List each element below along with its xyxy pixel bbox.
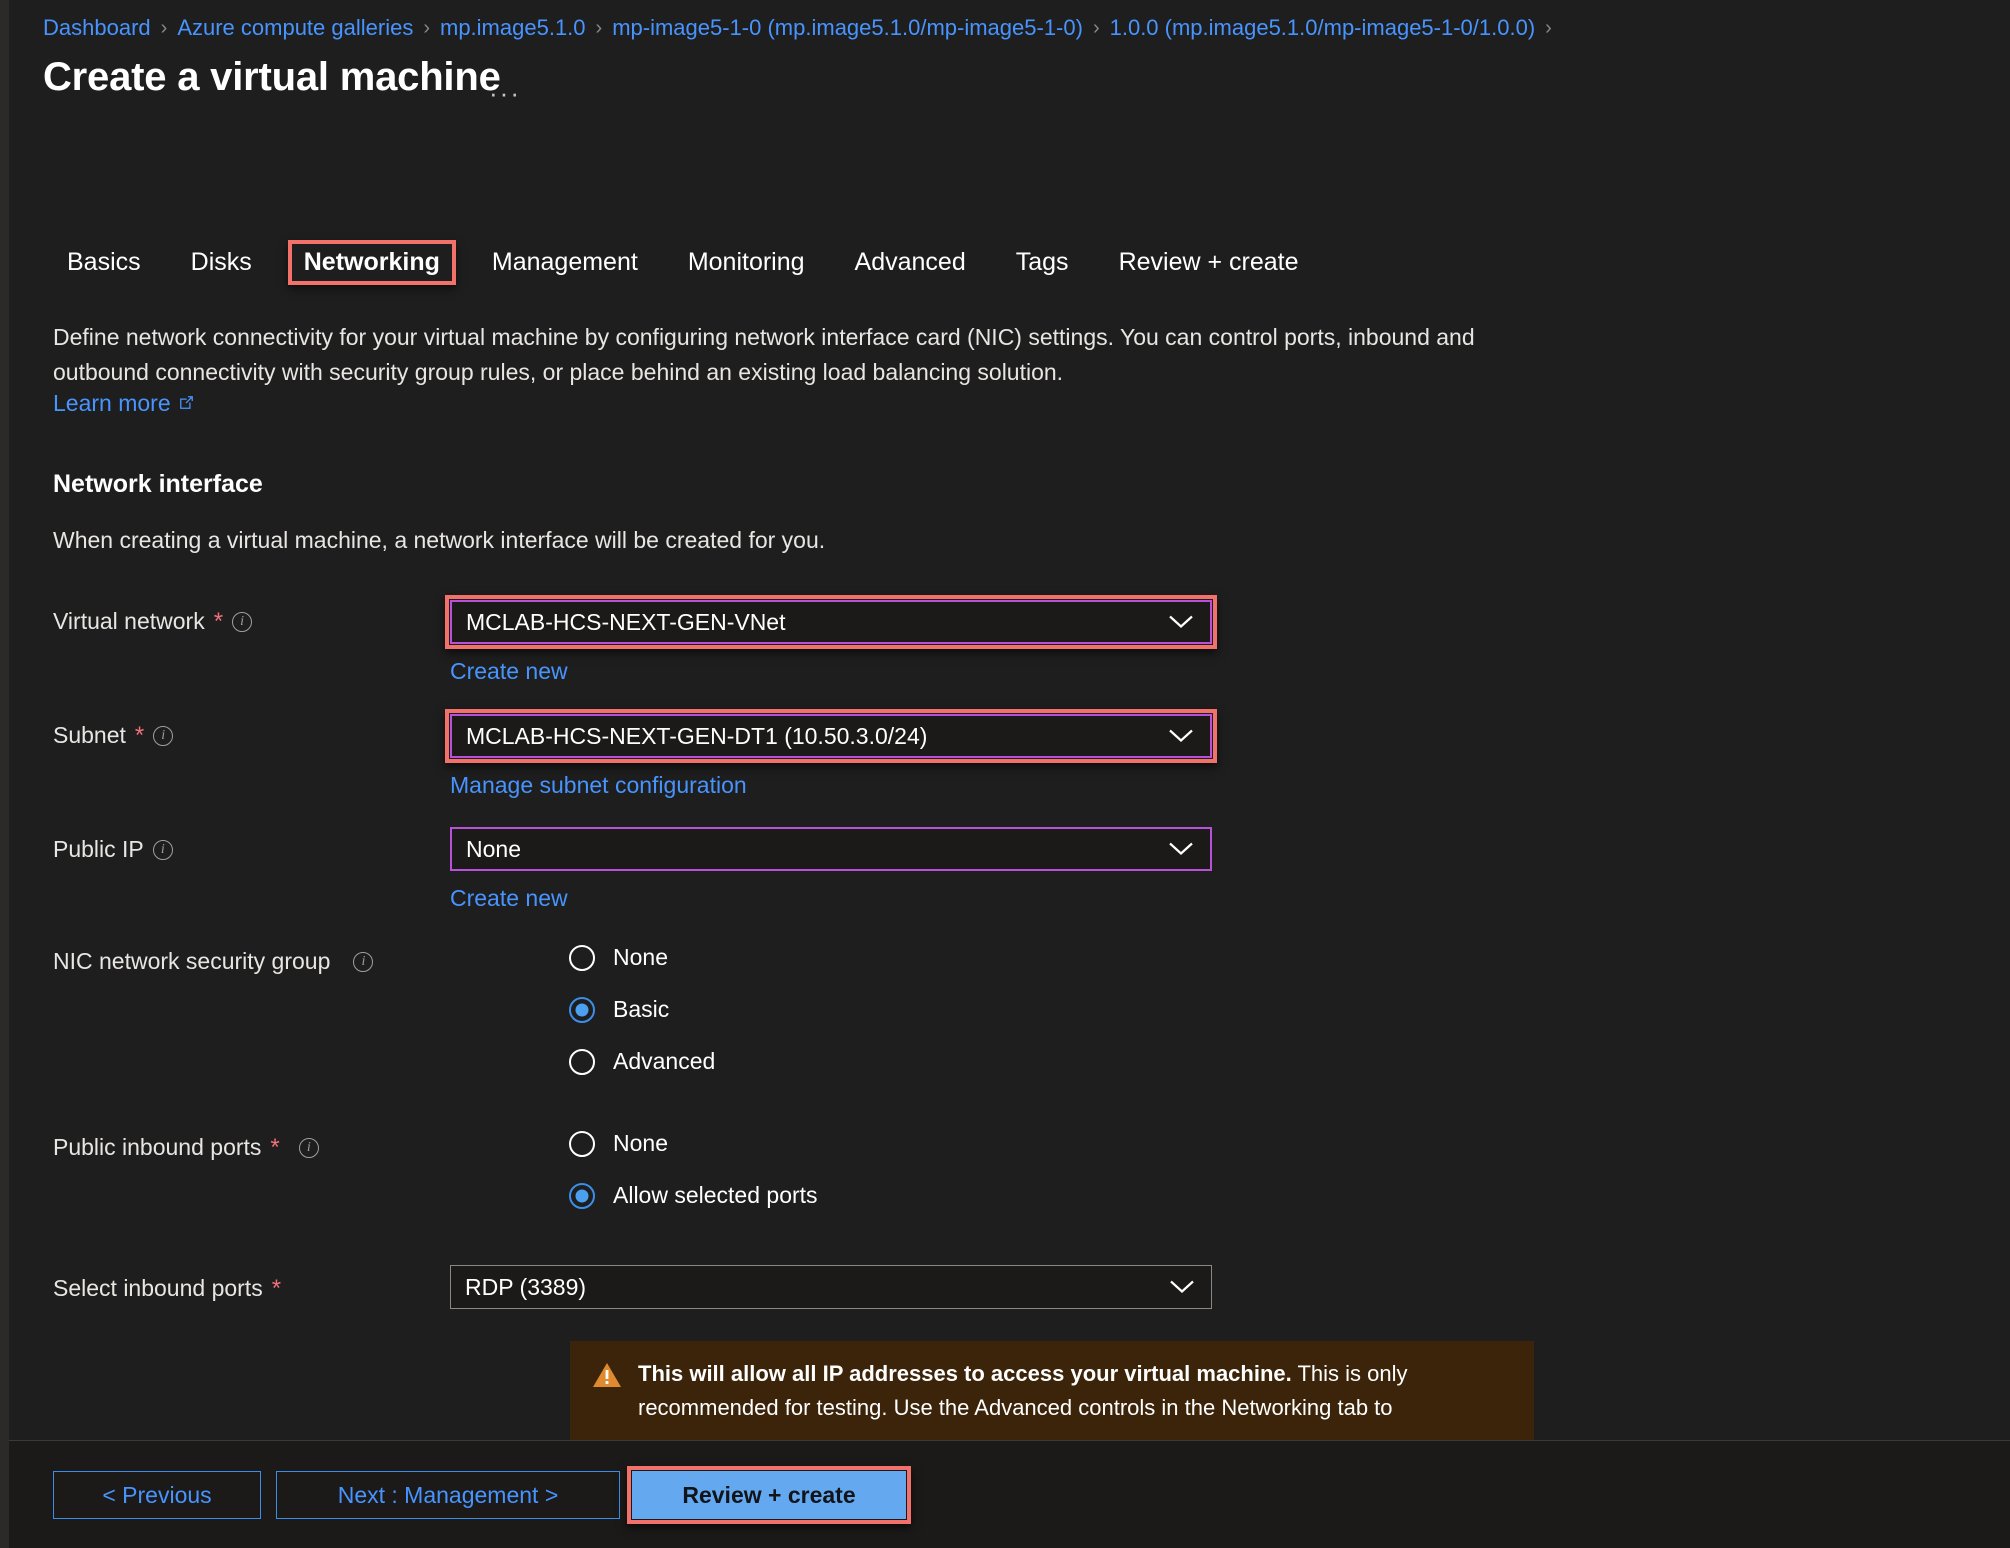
networking-description: Define network connectivity for your vir… bbox=[53, 324, 1475, 385]
info-icon[interactable]: i bbox=[232, 611, 253, 632]
tab-networking[interactable]: Networking bbox=[287, 240, 456, 285]
breadcrumb-item-image-definition[interactable]: mp-image5-1-0 (mp.image5.1.0/mp-image5-1… bbox=[612, 14, 1083, 42]
network-interface-subtext: When creating a virtual machine, a netwo… bbox=[53, 527, 826, 553]
previous-button[interactable]: < Previous bbox=[53, 1471, 261, 1519]
warning-rest-text: This is only bbox=[1291, 1361, 1408, 1386]
nic-nsg-option-advanced-label: Advanced bbox=[613, 1048, 716, 1074]
learn-more-label: Learn more bbox=[53, 390, 171, 416]
info-icon[interactable]: i bbox=[152, 839, 173, 860]
select-inbound-ports-dropdown-wrap: RDP (3389) bbox=[450, 1265, 1212, 1309]
radio-button bbox=[569, 944, 595, 971]
subnet-dropdown-wrap: MCLAB-HCS-NEXT-GEN-DT1 (10.50.3.0/24) bbox=[450, 714, 1212, 758]
review-create-button[interactable]: Review + create bbox=[632, 1471, 906, 1519]
nic-nsg-option-none[interactable]: None bbox=[569, 944, 668, 971]
info-icon[interactable]: i bbox=[298, 1137, 319, 1158]
breadcrumb-item-dashboard[interactable]: Dashboard bbox=[43, 14, 151, 42]
select-inbound-ports-label: Select inbound ports * bbox=[53, 1275, 281, 1302]
warning-bold-text: This will allow all IP addresses to acce… bbox=[638, 1361, 1292, 1386]
manage-subnet-configuration-link[interactable]: Manage subnet configuration bbox=[450, 772, 747, 799]
nic-nsg-option-none-label: None bbox=[613, 944, 668, 970]
select-inbound-ports-value: RDP (3389) bbox=[465, 1273, 587, 1300]
wizard-tabs: Basics Disks Networking Management Monit… bbox=[53, 240, 1335, 285]
public-inbound-ports-option-allow[interactable]: Allow selected ports bbox=[569, 1182, 818, 1209]
nic-nsg-option-basic-label: Basic bbox=[613, 996, 670, 1022]
public-ip-create-new-link[interactable]: Create new bbox=[450, 885, 568, 912]
breadcrumb-separator-icon: › bbox=[595, 17, 603, 39]
info-icon[interactable]: i bbox=[353, 951, 374, 972]
page-title: Create a virtual machine bbox=[43, 55, 501, 99]
subnet-value: MCLAB-HCS-NEXT-GEN-DT1 (10.50.3.0/24) bbox=[466, 722, 928, 749]
virtual-network-dropdown-wrap: MCLAB-HCS-NEXT-GEN-VNet bbox=[450, 600, 1212, 644]
breadcrumb-item-galleries[interactable]: Azure compute galleries bbox=[177, 14, 413, 42]
breadcrumb-separator-icon: › bbox=[423, 17, 430, 39]
warning-second-line: recommended for testing. Use the Advance… bbox=[638, 1395, 1393, 1420]
virtual-network-dropdown[interactable]: MCLAB-HCS-NEXT-GEN-VNet bbox=[450, 600, 1212, 644]
select-inbound-ports-dropdown[interactable]: RDP (3389) bbox=[450, 1265, 1212, 1309]
virtual-network-label-text: Virtual network bbox=[53, 608, 205, 634]
page-content: Dashboard › Azure compute galleries › mp… bbox=[9, 0, 2010, 1548]
warning-triangle-icon bbox=[592, 1357, 622, 1425]
info-icon[interactable]: i bbox=[153, 725, 174, 746]
tab-review-create[interactable]: Review + create bbox=[1105, 242, 1313, 283]
radio-button bbox=[569, 1130, 595, 1157]
wizard-footer-bar: < Previous Next : Management > Review + … bbox=[9, 1440, 2010, 1548]
public-inbound-ports-option-allow-label: Allow selected ports bbox=[613, 1182, 818, 1208]
public-inbound-ports-label: Public inbound ports * i bbox=[53, 1134, 319, 1161]
public-inbound-ports-label-text: Public inbound ports bbox=[53, 1134, 262, 1160]
virtual-network-value: MCLAB-HCS-NEXT-GEN-VNet bbox=[466, 608, 786, 635]
nic-nsg-label: NIC network security group i bbox=[53, 948, 374, 975]
radio-button-selected bbox=[569, 1182, 595, 1209]
tab-tags[interactable]: Tags bbox=[1002, 242, 1083, 283]
learn-more-link[interactable]: Learn more bbox=[53, 390, 195, 417]
required-asterisk: * bbox=[213, 607, 224, 635]
chevron-down-icon bbox=[1169, 1274, 1195, 1301]
external-link-icon bbox=[178, 390, 195, 417]
page-more-actions-icon[interactable]: ··· bbox=[489, 78, 521, 109]
public-inbound-ports-option-none[interactable]: None bbox=[569, 1130, 668, 1157]
required-asterisk: * bbox=[134, 721, 145, 749]
breadcrumb-separator-icon: › bbox=[1545, 17, 1552, 39]
azure-portal-create-vm-page: Dashboard › Azure compute galleries › mp… bbox=[0, 0, 2010, 1548]
breadcrumb: Dashboard › Azure compute galleries › mp… bbox=[43, 14, 1562, 42]
tab-monitoring[interactable]: Monitoring bbox=[674, 242, 819, 283]
chevron-down-icon bbox=[1168, 723, 1194, 750]
required-asterisk: * bbox=[271, 1274, 282, 1302]
chevron-down-icon bbox=[1168, 836, 1194, 863]
left-edge-strip bbox=[0, 0, 9, 1548]
tab-management[interactable]: Management bbox=[478, 242, 652, 283]
subnet-label: Subnet * i bbox=[53, 721, 174, 749]
virtual-network-create-new-link[interactable]: Create new bbox=[450, 658, 568, 685]
breadcrumb-item-image-version[interactable]: 1.0.0 (mp.image5.1.0/mp-image5-1-0/1.0.0… bbox=[1110, 14, 1536, 42]
tab-basics[interactable]: Basics bbox=[53, 242, 155, 283]
nic-nsg-option-advanced[interactable]: Advanced bbox=[569, 1048, 715, 1075]
tab-advanced[interactable]: Advanced bbox=[841, 242, 980, 283]
next-management-button[interactable]: Next : Management > bbox=[276, 1471, 620, 1519]
nic-nsg-option-basic[interactable]: Basic bbox=[569, 996, 669, 1023]
nic-nsg-label-text: NIC network security group bbox=[53, 948, 331, 974]
chevron-down-icon bbox=[1168, 609, 1194, 636]
virtual-network-label: Virtual network * i bbox=[53, 607, 253, 635]
tab-disks[interactable]: Disks bbox=[177, 242, 266, 283]
select-inbound-ports-label-text: Select inbound ports bbox=[53, 1275, 263, 1301]
subnet-label-text: Subnet bbox=[53, 722, 126, 748]
public-ip-label-text: Public IP bbox=[53, 836, 144, 862]
public-ip-value: None bbox=[466, 835, 521, 862]
public-ip-dropdown-wrap: None bbox=[450, 827, 1212, 871]
breadcrumb-item-image[interactable]: mp.image5.1.0 bbox=[440, 14, 586, 42]
public-ip-dropdown[interactable]: None bbox=[450, 827, 1212, 871]
breadcrumb-separator-icon: › bbox=[1092, 17, 1100, 39]
inbound-ports-warning-banner: This will allow all IP addresses to acce… bbox=[570, 1341, 1534, 1447]
breadcrumb-separator-icon: › bbox=[160, 17, 168, 39]
public-ip-label: Public IP i bbox=[53, 836, 173, 863]
radio-button bbox=[569, 1048, 595, 1075]
network-interface-heading: Network interface bbox=[53, 470, 263, 498]
public-inbound-ports-option-none-label: None bbox=[613, 1130, 668, 1156]
required-asterisk: * bbox=[270, 1133, 280, 1161]
subnet-dropdown[interactable]: MCLAB-HCS-NEXT-GEN-DT1 (10.50.3.0/24) bbox=[450, 714, 1212, 758]
radio-button-selected bbox=[569, 996, 595, 1023]
